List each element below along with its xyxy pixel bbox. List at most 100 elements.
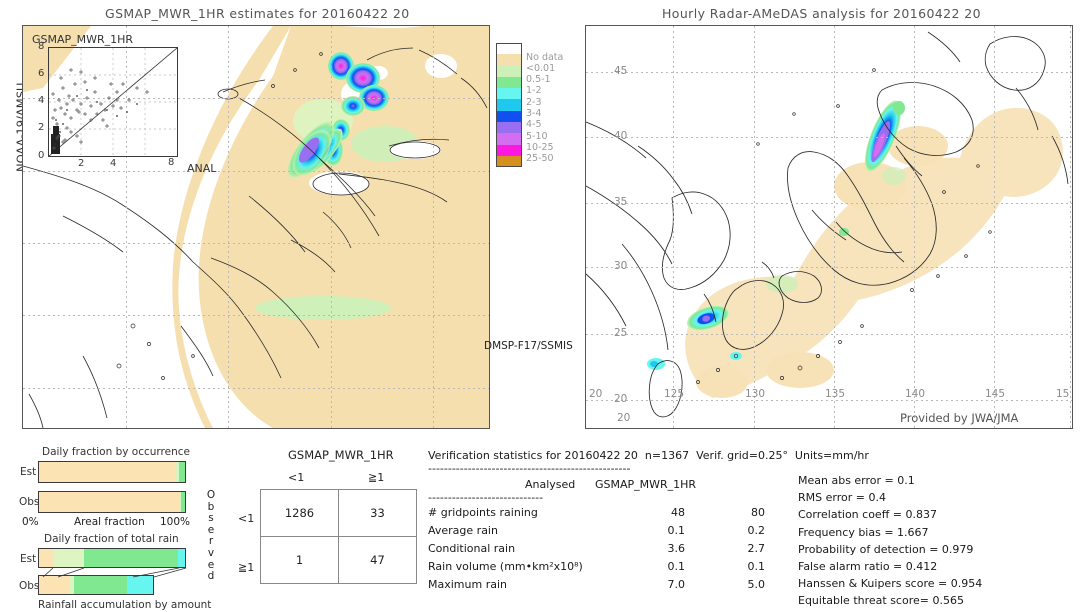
radar-amedas-map[interactable]: 20 125 130 135 140 145 15 45 40 35 30 25 20 xyxy=(585,25,1073,429)
right-map-ytick-0: 45 xyxy=(614,65,628,77)
total-rain-axis-label: Rainfall accumulation by amount xyxy=(38,599,212,611)
left-map-gridline-h-3 xyxy=(23,315,489,316)
stat-row-analysed-0: 48 xyxy=(671,506,685,519)
score-line-0: Mean abs error = 0.1 xyxy=(798,474,915,487)
bar-segment-0 xyxy=(39,549,54,567)
stats-divider: ----------------------------------------… xyxy=(428,462,631,475)
right-map-gridline-v-2 xyxy=(834,26,835,428)
stats-col-header-analysed: Analysed xyxy=(525,478,576,491)
occurrence-bar-est[interactable] xyxy=(38,461,186,483)
colorbar-label-7: 5-10 xyxy=(526,130,548,142)
table-row: 1 47 xyxy=(260,536,417,584)
colorbar-swatch-0 xyxy=(496,43,522,55)
side-label-char: v xyxy=(207,546,215,559)
right-map-gridline-v-4 xyxy=(994,26,995,428)
occurrence-bar-obs[interactable] xyxy=(38,491,186,513)
contingency-row-header-1: ≧1 xyxy=(238,561,255,574)
colorbar-swatch-10 xyxy=(496,155,522,168)
contingency-cell-1-0[interactable]: 1 xyxy=(260,536,339,584)
occurrence-axis-min: 0% xyxy=(22,516,39,528)
contingency-cell-0-0[interactable]: 1286 xyxy=(260,489,339,537)
contingency-cell-1-1[interactable]: 47 xyxy=(338,536,417,584)
contingency-table[interactable]: 1286 33 1 47 xyxy=(260,489,417,584)
right-map-ytick-2: 35 xyxy=(614,196,628,208)
left-map-gridline-h-2 xyxy=(23,243,489,244)
occurrence-chart-title: Daily fraction by occurrence xyxy=(42,446,190,458)
sensor-label: DMSP-F17/SSMIS xyxy=(484,340,573,352)
right-map-gridline-h-1 xyxy=(586,137,1072,138)
precipitation-colorbar: No data <0.01 0.5-1 1-2 2-3 3-4 4-5 5-10 10-25 25… xyxy=(496,43,563,168)
left-map-gridline-h-1 xyxy=(23,171,489,172)
total-rain-chart-title: Daily fraction of total rain xyxy=(44,533,179,545)
inset-ytick-8: 8 xyxy=(38,41,45,52)
total-rain-row-label-obs: Obs xyxy=(19,580,40,592)
stat-row-name-4: Maximum rain xyxy=(428,578,507,591)
right-map-gridline-h-5 xyxy=(586,400,1072,401)
scatter-inset-points xyxy=(48,47,178,157)
scatter-inset[interactable] xyxy=(48,47,178,157)
bar-segment-1 xyxy=(53,549,85,567)
colorbar-label-4: 2-3 xyxy=(526,96,542,108)
colorbar-swatch-2 xyxy=(496,65,522,77)
left-panel-title: GSMAP_MWR_1HR estimates for 20160422 20 xyxy=(105,6,410,21)
left-map-gridline-v-2 xyxy=(331,26,332,428)
occurrence-axis-max: 100% xyxy=(160,516,191,528)
right-map-xtick-5: 145 xyxy=(985,388,1006,400)
right-map-xtick-6: 15 xyxy=(1056,388,1070,400)
stat-row-analysed-4: 7.0 xyxy=(667,578,686,591)
score-line-5: False alarm ratio = 0.412 xyxy=(798,560,938,573)
colorbar-swatch-9 xyxy=(496,144,522,156)
bar-segment-0 xyxy=(39,492,180,512)
bar-segment-3 xyxy=(177,549,185,567)
contingency-col-header-0: <1 xyxy=(288,471,305,484)
right-map-gridline-v-5 xyxy=(1070,26,1071,428)
score-line-7: Equitable threat score= 0.565 xyxy=(798,594,964,608)
bar-segment-2 xyxy=(84,549,178,567)
contingency-cell-0-1[interactable]: 33 xyxy=(338,489,417,537)
right-map-gridline-v-0 xyxy=(673,26,674,428)
colorbar-swatch-1 xyxy=(496,54,522,66)
left-map-gridline-v-1 xyxy=(228,26,229,428)
left-map-gridline-h-4 xyxy=(23,388,489,389)
inset-ytick-6: 6 xyxy=(38,68,45,79)
stat-row-estimate-1: 0.2 xyxy=(747,524,766,537)
stat-row-analysed-3: 0.1 xyxy=(667,560,686,573)
right-map-graphics xyxy=(586,31,1069,418)
right-map-gridline-h-4 xyxy=(586,334,1072,335)
right-map-xtick-0: 20 xyxy=(589,388,603,400)
colorbar-swatch-3 xyxy=(496,76,522,89)
right-map-ytick-1: 40 xyxy=(614,130,628,142)
score-line-6: Hanssen & Kuipers score = 0.954 xyxy=(798,577,983,591)
right-map-ytick-4: 25 xyxy=(614,327,628,339)
colorbar-swatch-5 xyxy=(496,99,522,111)
right-map-xtick-2: 130 xyxy=(745,388,766,400)
stat-row-estimate-0: 80 xyxy=(751,506,765,519)
total-rain-row-label-est: Est xyxy=(20,553,37,565)
occurrence-row-label-obs: Obs xyxy=(19,496,40,508)
right-map-gridline-v-1 xyxy=(754,26,755,428)
stat-row-name-0: # gridpoints raining xyxy=(428,506,538,519)
total-rain-bar-est[interactable] xyxy=(38,548,186,568)
stat-row-estimate-2: 2.7 xyxy=(747,542,766,555)
right-panel-title: Hourly Radar-AMeDAS analysis for 2016042… xyxy=(662,6,981,21)
stats-header: Verification statistics for 20160422 20 … xyxy=(428,449,869,462)
right-map-gridline-v-3 xyxy=(914,26,915,428)
total-rain-connector-lines xyxy=(42,567,187,578)
inset-ytick-4: 4 xyxy=(38,95,45,106)
colorbar-label-5: 3-4 xyxy=(526,108,542,119)
bar-segment-3 xyxy=(126,576,153,594)
inset-xtick-2: 2 xyxy=(78,158,85,169)
right-map-gridline-h-0 xyxy=(586,72,1072,73)
stat-row-analysed-1: 0.1 xyxy=(667,524,686,537)
total-rain-bar-obs[interactable] xyxy=(38,575,154,595)
side-label-char: d xyxy=(207,570,215,583)
right-map-ytick-3: 30 xyxy=(614,260,628,272)
right-map-gridline-h-3 xyxy=(586,267,1072,268)
table-row: 1286 33 xyxy=(260,489,417,537)
occurrence-axis-label: Areal fraction xyxy=(74,516,145,528)
inset-ytick-2: 2 xyxy=(38,122,45,133)
inset-label: GSMAP_MWR_1HR xyxy=(32,33,134,46)
colorbar-label-0: No data xyxy=(526,51,564,63)
colorbar-swatch-6 xyxy=(496,110,522,123)
left-map-gridline-v-3 xyxy=(433,26,434,428)
